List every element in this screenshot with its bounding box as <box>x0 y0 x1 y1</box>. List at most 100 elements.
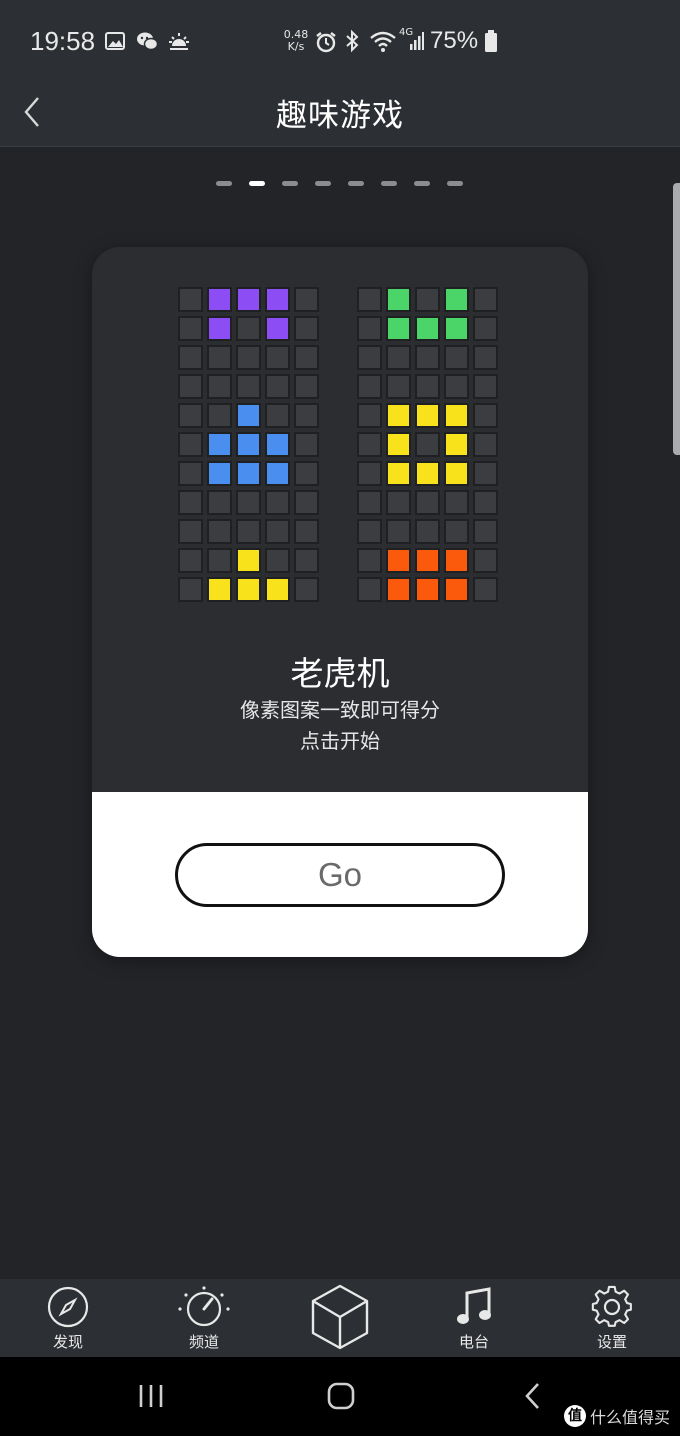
pixel-cell <box>357 287 382 312</box>
pager-dot[interactable] <box>381 181 397 186</box>
pager-dot[interactable] <box>282 181 298 186</box>
tab-label: 电台 <box>458 1333 489 1351</box>
pixel-cell <box>294 432 319 457</box>
pixel-cell <box>178 374 203 399</box>
pixel-cell <box>415 403 440 428</box>
tab-label: 频道 <box>188 1333 219 1351</box>
pixel-cell <box>444 519 469 544</box>
pixel-cell <box>207 345 232 370</box>
recents-icon[interactable] <box>136 1381 166 1411</box>
pixel-cell <box>236 548 261 573</box>
pixel-cell <box>236 577 261 602</box>
watermark-text: 什么值得买 <box>589 1408 670 1427</box>
pixel-cell <box>236 519 261 544</box>
pixel-cell <box>473 548 498 573</box>
back-icon[interactable] <box>518 1380 548 1412</box>
pixel-cell <box>178 345 203 370</box>
pixel-cell <box>357 461 382 486</box>
go-button[interactable]: Go <box>175 843 505 907</box>
pixel-cell <box>444 490 469 515</box>
pager-dot[interactable] <box>447 181 463 186</box>
pixel-cell <box>294 577 319 602</box>
pixel-cell <box>473 345 498 370</box>
game-card: 老虎机 像素图案一致即可得分 点击开始 Go <box>92 247 588 957</box>
pixel-cell <box>294 461 319 486</box>
pixel-cell <box>357 490 382 515</box>
pixel-cell <box>357 577 382 602</box>
pager-dot[interactable] <box>216 181 232 186</box>
tab-radio[interactable]: 电台 <box>426 1285 522 1357</box>
tab-channels[interactable]: 频道 <box>156 1285 252 1357</box>
start-hint: 点击开始 <box>300 729 380 753</box>
pixel-cell <box>473 490 498 515</box>
pixel-cell <box>236 403 261 428</box>
pixel-cell <box>207 432 232 457</box>
pixel-cell <box>444 345 469 370</box>
pixel-cell <box>207 374 232 399</box>
pixel-cell <box>265 345 290 370</box>
battery-icon <box>485 30 497 52</box>
page-title: 趣味游戏 <box>276 98 404 134</box>
pixel-cell <box>415 432 440 457</box>
cube-icon <box>311 1284 369 1350</box>
game-description: 像素图案一致即可得分 <box>240 698 440 722</box>
status-bar: 19:58 0.48 K/s 4G 75% <box>0 0 680 80</box>
pixel-cell <box>207 316 232 341</box>
pixel-cell <box>415 577 440 602</box>
pixel-cell <box>294 490 319 515</box>
pixel-cell <box>265 403 290 428</box>
wechat-icon <box>137 32 158 51</box>
home-icon[interactable] <box>325 1380 357 1412</box>
pixel-cell <box>386 548 411 573</box>
pixel-cell <box>294 519 319 544</box>
pager-dot[interactable] <box>348 181 364 186</box>
pixel-cell <box>415 490 440 515</box>
pixel-cell <box>357 403 382 428</box>
pager-dots <box>216 181 463 186</box>
pixel-cell <box>265 490 290 515</box>
pixel-cell <box>294 287 319 312</box>
pixel-cell <box>178 403 203 428</box>
pixel-cell <box>415 461 440 486</box>
net-speed-unit: K/s <box>287 40 305 53</box>
pixel-cell <box>473 287 498 312</box>
net-speed: 0.48 K/s <box>283 29 309 53</box>
pixel-cell <box>265 432 290 457</box>
pager-dot[interactable] <box>414 181 430 186</box>
pixel-cell <box>386 490 411 515</box>
pixel-cell <box>415 519 440 544</box>
pixel-cell <box>236 461 261 486</box>
music-note-icon <box>457 1287 491 1324</box>
pixel-cell <box>207 403 232 428</box>
tab-cube[interactable] <box>292 1283 388 1355</box>
tab-settings[interactable]: 设置 <box>564 1285 660 1357</box>
right-reel-grid <box>357 287 498 602</box>
bluetooth-icon <box>346 29 359 53</box>
pixel-cell <box>207 287 232 312</box>
pixel-cell <box>444 374 469 399</box>
pixel-cell <box>444 461 469 486</box>
pixel-cell <box>236 490 261 515</box>
tab-discover[interactable]: 发现 <box>20 1285 116 1357</box>
pixel-cell <box>178 461 203 486</box>
pixel-cell <box>473 432 498 457</box>
pixel-cell <box>294 548 319 573</box>
pixel-cell <box>444 287 469 312</box>
pager-dot[interactable] <box>249 181 265 186</box>
pixel-cell <box>357 374 382 399</box>
pixel-cell <box>236 345 261 370</box>
left-reel-grid <box>178 287 319 602</box>
pixel-cell <box>473 316 498 341</box>
scrollbar-thumb[interactable] <box>673 183 680 455</box>
pixel-cell <box>178 490 203 515</box>
pixel-cell <box>386 432 411 457</box>
pixel-cell <box>265 287 290 312</box>
pixel-cell <box>473 403 498 428</box>
card-action-area: Go <box>92 792 588 957</box>
pixel-cell <box>294 316 319 341</box>
pager-dot[interactable] <box>315 181 331 186</box>
alarm-icon <box>316 32 336 53</box>
pixel-cell <box>236 432 261 457</box>
pixel-cell <box>207 519 232 544</box>
pixel-cell <box>386 519 411 544</box>
